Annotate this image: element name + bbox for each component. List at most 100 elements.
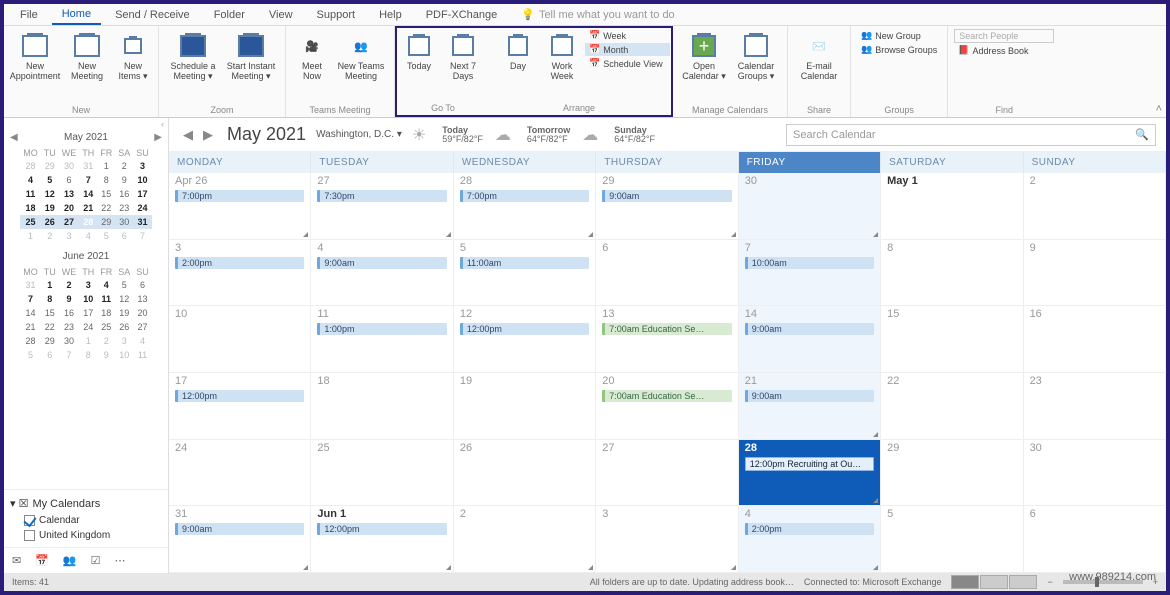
my-calendars-toggle[interactable]: ▾ ☒ My Calendars xyxy=(10,494,162,513)
calendar-cell[interactable]: 111:00pm xyxy=(311,306,453,373)
calendar-cell[interactable]: 319:00am xyxy=(169,506,311,573)
calendar-event[interactable]: 7:00pm xyxy=(460,190,589,202)
minical-next-icon[interactable]: ▶ xyxy=(152,132,164,143)
calendar-event[interactable]: 10:00am xyxy=(745,257,874,269)
calendar-cell[interactable]: 49:00am xyxy=(311,240,453,307)
calendar-cell[interactable]: 299:00am xyxy=(596,173,738,240)
people-nav-icon[interactable]: 👥 xyxy=(63,554,77,567)
calendar-event[interactable]: 1:00pm xyxy=(317,323,446,335)
minical-prev-icon[interactable]: ◀ xyxy=(8,132,20,143)
calendar-cell[interactable]: 2812:00pm Recruiting at Ou… xyxy=(739,440,881,507)
calendar-event[interactable]: 11:00am xyxy=(460,257,589,269)
next7days-button[interactable]: Next 7 Days xyxy=(442,29,484,85)
calendar-cell[interactable]: 511:00am xyxy=(454,240,596,307)
calendar-cell[interactable]: 6 xyxy=(596,240,738,307)
calendar-cell[interactable]: 5 xyxy=(881,506,1023,573)
calendar-cell[interactable]: 277:30pm xyxy=(311,173,453,240)
calendar-cell[interactable]: 710:00am xyxy=(739,240,881,307)
calendar-groups-button[interactable]: Calendar Groups ▾ xyxy=(731,29,781,85)
tab-home[interactable]: Home xyxy=(52,5,101,25)
calendar-event[interactable]: 9:00am xyxy=(745,390,874,402)
calendar-cell[interactable]: 9 xyxy=(1024,240,1166,307)
day-view-button[interactable]: Day xyxy=(497,29,539,75)
calendar-cell[interactable]: 8 xyxy=(881,240,1023,307)
calendar-cell[interactable]: 2 xyxy=(1024,173,1166,240)
week-view-button[interactable]: 📅 Week xyxy=(585,29,670,42)
address-book-button[interactable]: 📕 Address Book xyxy=(954,44,1054,57)
tasks-nav-icon[interactable]: ☑ xyxy=(91,554,101,567)
calendar-event[interactable]: 7:00am Education Se… xyxy=(602,390,731,402)
calendar-cell[interactable]: 15 xyxy=(881,306,1023,373)
calendar-cell[interactable]: 18 xyxy=(311,373,453,440)
calendar-cell[interactable]: 287:00pm xyxy=(454,173,596,240)
calendar-event[interactable]: 2:00pm xyxy=(175,257,304,269)
tab-sendreceive[interactable]: Send / Receive xyxy=(105,6,200,24)
calendar-event[interactable]: 9:00am xyxy=(602,190,731,202)
calendar-cell[interactable]: 10 xyxy=(169,306,311,373)
calendar-event[interactable]: 12:00pm xyxy=(175,390,304,402)
tab-folder[interactable]: Folder xyxy=(204,6,255,24)
today-button[interactable]: Today xyxy=(398,29,440,75)
calendar-event[interactable]: 12:00pm xyxy=(317,523,446,535)
weather-location[interactable]: Washington, D.C. ▾ xyxy=(316,129,402,140)
calendar-cell[interactable]: 19 xyxy=(454,373,596,440)
calendar-cell[interactable]: 1212:00pm xyxy=(454,306,596,373)
workweek-view-button[interactable]: Work Week xyxy=(541,29,583,85)
calendar-event[interactable]: 12:00pm xyxy=(460,323,589,335)
calendar-cell[interactable]: 26 xyxy=(454,440,596,507)
calendar-event[interactable]: 7:00pm xyxy=(175,190,304,202)
more-nav-icon[interactable]: ⋯ xyxy=(115,554,126,567)
new-items-button[interactable]: New Items ▾ xyxy=(114,29,152,85)
schedule-view-button[interactable]: 📅 Schedule View xyxy=(585,57,670,70)
new-teams-meeting-button[interactable]: 👥New Teams Meeting xyxy=(334,29,388,85)
calendar-cell[interactable]: 207:00am Education Se… xyxy=(596,373,738,440)
calendar-event[interactable]: 7:00am Education Se… xyxy=(602,323,731,335)
new-appointment-button[interactable]: New Appointment xyxy=(10,29,60,85)
calendar-cell[interactable]: 219:00am xyxy=(739,373,881,440)
search-calendar-input[interactable]: Search Calendar 🔍 xyxy=(786,124,1156,146)
calendar-cell[interactable]: 24 xyxy=(169,440,311,507)
new-meeting-button[interactable]: New Meeting xyxy=(62,29,112,85)
calendar-cell[interactable]: May 1 xyxy=(881,173,1023,240)
calendar-cell[interactable]: 30 xyxy=(739,173,881,240)
instant-meeting-button[interactable]: Start Instant Meeting ▾ xyxy=(223,29,279,85)
tell-me[interactable]: 💡 Tell me what you want to do xyxy=(521,8,674,21)
calendar-cell[interactable]: 29 xyxy=(881,440,1023,507)
calendar-cell[interactable]: 149:00am xyxy=(739,306,881,373)
calendar-event[interactable]: 7:30pm xyxy=(317,190,446,202)
collapse-ribbon-icon[interactable]: ˄ xyxy=(1156,103,1162,115)
meet-now-button[interactable]: 🎥Meet Now xyxy=(292,29,332,85)
calendar-cell[interactable]: 6 xyxy=(1024,506,1166,573)
mail-nav-icon[interactable]: ✉ xyxy=(12,554,21,567)
zoom-out-icon[interactable]: − xyxy=(1047,577,1052,587)
calendar-cell[interactable]: 3 xyxy=(596,506,738,573)
tab-support[interactable]: Support xyxy=(307,6,366,24)
calendar-cell[interactable]: Apr 267:00pm xyxy=(169,173,311,240)
minical-june[interactable]: MOTUWETHFRSASU31123456789101112131415161… xyxy=(20,266,152,362)
calendar-event[interactable]: 9:00am xyxy=(745,323,874,335)
email-calendar-button[interactable]: ✉️E-mail Calendar xyxy=(794,29,844,85)
calendar-cell[interactable]: Jun 112:00pm xyxy=(311,506,453,573)
month-view-button[interactable]: 📅 Month xyxy=(585,43,670,56)
calendar-cell[interactable]: 1712:00pm xyxy=(169,373,311,440)
calendar-checkbox[interactable]: Calendar xyxy=(10,513,162,528)
schedule-meeting-button[interactable]: Schedule a Meeting ▾ xyxy=(165,29,221,85)
calendar-cell[interactable]: 137:00am Education Se… xyxy=(596,306,738,373)
uk-calendar-checkbox[interactable]: United Kingdom xyxy=(10,528,162,543)
calendar-cell[interactable]: 23 xyxy=(1024,373,1166,440)
tab-view[interactable]: View xyxy=(259,6,303,24)
calendar-cell[interactable]: 30 xyxy=(1024,440,1166,507)
calendar-event[interactable]: 2:00pm xyxy=(745,523,874,535)
calendar-cell[interactable]: 27 xyxy=(596,440,738,507)
calendar-cell[interactable]: 16 xyxy=(1024,306,1166,373)
next-month-icon[interactable]: ▶ xyxy=(199,127,217,143)
minical-may[interactable]: MOTUWETHFRSASU28293031123456789101112131… xyxy=(20,147,152,243)
tab-help[interactable]: Help xyxy=(369,6,412,24)
new-group-button[interactable]: 👥 New Group xyxy=(857,29,941,42)
tab-pdfxchange[interactable]: PDF-XChange xyxy=(416,6,508,24)
calendar-cell[interactable]: 2 xyxy=(454,506,596,573)
calendar-event[interactable]: 9:00am xyxy=(175,523,304,535)
calendar-cell[interactable]: 22 xyxy=(881,373,1023,440)
prev-month-icon[interactable]: ◀ xyxy=(179,127,197,143)
status-view-buttons[interactable] xyxy=(951,575,1037,589)
